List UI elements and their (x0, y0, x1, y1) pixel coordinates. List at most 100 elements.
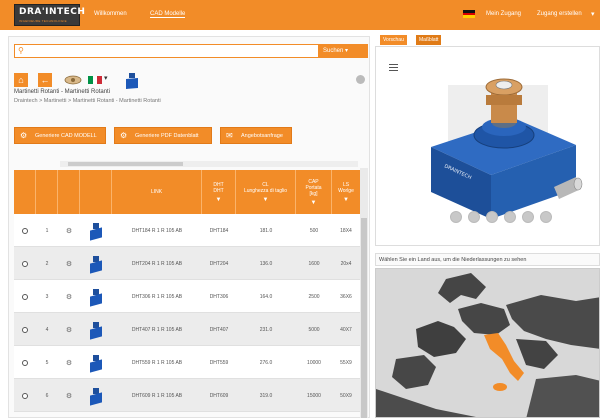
gear-icon: ⚙ (65, 359, 73, 367)
row-link[interactable]: DHT184 R 1 R 105 AB (112, 214, 202, 247)
row-model-thumbnail[interactable] (80, 280, 112, 313)
row-select-radio[interactable] (14, 214, 36, 247)
row-ls: 18X4 (340, 227, 352, 234)
row-gear-icon[interactable]: ⚙ (58, 313, 80, 346)
horizontal-scrollbar[interactable] (60, 161, 358, 167)
tab-dimension-sheet[interactable]: Maßblatt (416, 35, 442, 45)
vertical-scrollbar[interactable] (360, 168, 368, 418)
generate-cad-button[interactable]: ⚙ Generiere CAD MODELL (14, 127, 106, 144)
tab-preview[interactable]: Vorschau (380, 35, 407, 45)
row-cap: 15000 (307, 392, 321, 399)
europe-map[interactable] (375, 268, 600, 418)
row-model-thumbnail[interactable] (80, 247, 112, 280)
column-header-ls[interactable]: LS Worlge ▼ (332, 170, 360, 214)
radio-button[interactable] (22, 392, 28, 399)
view-control-button[interactable] (540, 211, 552, 223)
filter-icon[interactable]: ▼ (343, 197, 349, 203)
row-gear-icon[interactable]: ⚙ (58, 280, 80, 313)
gear-icon: ⚙ (65, 293, 73, 301)
back-arrow-icon: ← (40, 75, 50, 85)
search-button[interactable]: Suchen ▾ (318, 44, 368, 58)
table-row[interactable]: 1 ⚙ DHT184 R 1 R 105 AB DHT184 181.0 500 18X4 (14, 214, 360, 247)
filter-icon[interactable]: ▼ (311, 200, 317, 206)
row-select-radio[interactable] (14, 247, 36, 280)
brand-logo[interactable]: DRA'INTECH INGENIEURE TECHNOLOGIE (14, 4, 85, 26)
row-link[interactable]: DHT204 R 1 R 105 AB (112, 247, 202, 280)
view-control-button[interactable] (468, 211, 480, 223)
row-link[interactable]: DHT559 R 1 R 105 AB (112, 346, 202, 379)
row-select-radio[interactable] (14, 379, 36, 412)
table-row[interactable]: 3 ⚙ DHT306 R 1 R 105 AB DHT306 164.0 2500 36X6 (14, 280, 360, 313)
nav-welcome-link[interactable]: Willkommen (94, 11, 127, 17)
generate-cad-label: Generiere CAD MODELL (35, 133, 97, 139)
gear-icon: ⚙ (65, 227, 73, 235)
hamburger-icon[interactable] (389, 64, 398, 73)
table-row[interactable]: 2 ⚙ DHT204 R 1 R 105 AB DHT204 136.0 1600 20x4 (14, 247, 360, 280)
nav-cad-models-link[interactable]: CAD Modelle (150, 11, 186, 18)
view-control-button[interactable] (522, 211, 534, 223)
generate-pdf-button[interactable]: ⚙ Generiere PDF Datenblatt (114, 127, 212, 144)
model-thumbnail-icon (90, 354, 102, 373)
row-gear-icon[interactable]: ⚙ (58, 379, 80, 412)
row-gear-icon[interactable]: ⚙ (58, 346, 80, 379)
column-header-link[interactable]: LINK (112, 170, 202, 214)
row-model-thumbnail[interactable] (80, 313, 112, 346)
column-label: LS Worlge (338, 181, 354, 194)
german-flag-icon[interactable] (463, 10, 475, 18)
home-button[interactable]: ⌂ (14, 73, 28, 87)
table-row[interactable]: 4 ⚙ DHT407 R 1 R 105 AB DHT407 231.0 5000 40X7 (14, 313, 360, 346)
search-input[interactable]: ⚲ (14, 44, 368, 58)
row-dht: DHT204 (209, 260, 229, 267)
column-header-cl[interactable]: CL Lunghezza di taglio ▼ (236, 170, 296, 214)
radio-button[interactable] (22, 359, 28, 366)
scrollbar-thumb[interactable] (68, 162, 183, 166)
model-thumbnail-icon (90, 288, 102, 307)
row-model-thumbnail[interactable] (80, 379, 112, 412)
quote-request-button[interactable]: ✉ Angebotsanfrage (220, 127, 292, 144)
back-button[interactable]: ← (38, 73, 52, 87)
breadcrumb[interactable]: Draintech > Martinetti > Martinetti Rota… (14, 98, 161, 104)
row-dht: DHT306 (209, 293, 229, 300)
view-control-button[interactable] (450, 211, 462, 223)
row-link[interactable]: DHT306 R 1 R 105 AB (112, 280, 202, 313)
country-map[interactable] (376, 269, 600, 418)
row-model-thumbnail[interactable] (80, 346, 112, 379)
scrollbar-thumb[interactable] (361, 218, 367, 418)
table-row[interactable]: 5 ⚙ DHT559 R 1 R 105 AB DHT559 276.0 10000 55X… (14, 346, 360, 379)
row-cl: 231.0 (259, 326, 273, 333)
my-account-link[interactable]: Mein Zugang (486, 11, 521, 17)
row-select-radio[interactable] (14, 346, 36, 379)
filter-icon[interactable]: ▼ (263, 197, 269, 203)
view-control-button[interactable] (504, 211, 516, 223)
info-icon[interactable] (356, 75, 365, 84)
product-thumbnail-icon[interactable] (62, 73, 84, 87)
radio-button[interactable] (22, 326, 28, 333)
row-ls: 36X6 (340, 293, 352, 300)
column-header-select (14, 170, 36, 214)
chevron-down-icon[interactable]: ▾ (591, 10, 595, 18)
row-model-thumbnail[interactable] (80, 214, 112, 247)
filter-icon[interactable]: ▼ (216, 197, 222, 203)
row-select-radio[interactable] (14, 313, 36, 346)
radio-button[interactable] (22, 293, 28, 300)
product-model-icon[interactable] (125, 73, 139, 89)
column-header-cap[interactable]: CAP Portata [kg] ▼ (296, 170, 332, 214)
row-gear-icon[interactable]: ⚙ (58, 247, 80, 280)
column-header-dht[interactable]: DHT DHT ▼ (202, 170, 236, 214)
row-gear-icon[interactable]: ⚙ (58, 214, 80, 247)
search-icon: ⚲ (18, 46, 24, 55)
create-account-link[interactable]: Zugang erstellen (537, 11, 582, 17)
gear-icon: ⚙ (20, 131, 28, 140)
view-control-button[interactable] (486, 211, 498, 223)
radio-button[interactable] (22, 260, 28, 267)
radio-button[interactable] (22, 227, 28, 234)
column-label: LINK (150, 189, 163, 195)
logo-subtitle: INGENIEURE TECHNOLOGIE (19, 19, 67, 23)
language-dropdown-icon[interactable]: ▾ (104, 74, 108, 88)
row-link[interactable]: DHT407 R 1 R 105 AB (112, 313, 202, 346)
row-select-radio[interactable] (14, 280, 36, 313)
table-row[interactable]: 6 ⚙ DHT609 R 1 R 105 AB DHT609 319.0 15000 50X… (14, 379, 360, 412)
row-link[interactable]: DHT609 R 1 R 105 AB (112, 379, 202, 412)
row-number: 1 (45, 227, 49, 234)
italy-flag-icon[interactable] (88, 76, 103, 84)
